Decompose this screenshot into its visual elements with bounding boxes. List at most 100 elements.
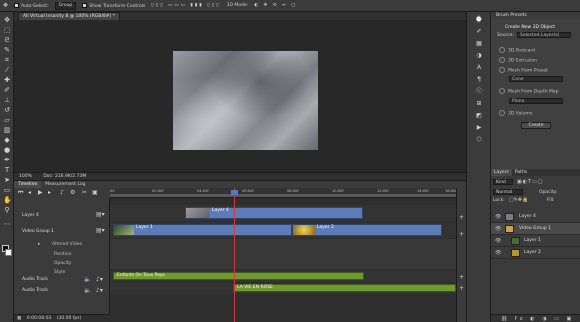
shape-tool-icon[interactable]: ▭ [3, 186, 11, 194]
adjustments-panel-icon[interactable]: ◑ [475, 52, 483, 60]
visibility-eye-icon[interactable]: 👁 [495, 211, 501, 223]
3d-panel-icon[interactable]: ⬡ [475, 136, 483, 144]
tab-paths[interactable]: Paths [512, 169, 530, 176]
track-menu-icon[interactable]: ▤▾ [96, 227, 105, 234]
clone-stamp-tool-icon[interactable]: ⊥ [3, 96, 11, 104]
option-3d-postcard[interactable]: 3D Postcard [499, 47, 535, 54]
clip-layer-2[interactable]: Layer 2 [292, 224, 442, 236]
mute-icon[interactable]: 🔈 [84, 287, 91, 294]
info-panel-icon[interactable]: ⓘ [475, 88, 483, 96]
option-3d-extrusion[interactable]: 3D Extrusion [499, 57, 537, 64]
move-tool-icon[interactable]: ✥ [3, 16, 11, 24]
zoom-level[interactable]: 100% [19, 174, 32, 179]
document-tab[interactable]: All Virtual Insanity 8 @ 100% (RGB/8#) * [18, 12, 120, 20]
add-media-icon[interactable]: + [459, 231, 464, 238]
track-label-audio-2[interactable]: Audio Track [22, 288, 48, 293]
clip-audio-2[interactable]: LA VIE EN ROSE [233, 284, 456, 292]
track-label-video-group[interactable]: Video Group 1 [22, 229, 54, 234]
tab-layers[interactable]: Layers [491, 169, 512, 176]
auto-select-dropdown[interactable]: Group [54, 1, 77, 10]
layers-footer-icons[interactable]: ⛓ fx ◐ ◑ ▭ ▣ 🗑 [491, 314, 580, 322]
tab-brush-presets[interactable]: Brush Presets [493, 12, 530, 19]
visibility-eye-icon[interactable]: 👁 [495, 247, 501, 259]
blur-tool-icon[interactable]: ◆ [3, 136, 11, 144]
styles-panel-icon[interactable]: ◩ [475, 112, 483, 120]
brush-tool-icon[interactable]: ✐ [3, 86, 11, 94]
visibility-eye-icon[interactable]: 👁 [495, 223, 501, 235]
dodge-tool-icon[interactable]: ● [3, 146, 11, 154]
mute-icon[interactable]: 🔈 [84, 276, 91, 283]
layer-filter-kind[interactable]: Kind [493, 179, 513, 185]
timeline-track-area[interactable]: Layer 4 Layer 1 Layer 2 Enfants On Tous … [110, 198, 456, 322]
clip-layer-1[interactable]: Layer 1 [113, 224, 292, 236]
marquee-tool-icon[interactable]: ⬚ [3, 26, 11, 34]
current-timecode[interactable]: 0:00:08:03 [27, 316, 52, 321]
preset-dropdown[interactable]: Cone [509, 76, 563, 82]
eraser-tool-icon[interactable]: ▱ [3, 116, 11, 124]
transition-icon[interactable]: ▣ [92, 189, 98, 197]
add-media-icon[interactable]: + [459, 214, 464, 221]
swatches-panel-icon[interactable]: ▦ [475, 40, 483, 48]
convert-frames-icon[interactable]: ▦ [17, 316, 21, 321]
crop-tool-icon[interactable]: ⌗ [3, 56, 11, 64]
character-panel-icon[interactable]: A [475, 64, 483, 72]
create-button[interactable]: Create [521, 122, 551, 129]
layer-row[interactable]: 👁 Layer 1 [491, 235, 580, 247]
layer-row[interactable]: 👁 Video Group 1 [491, 223, 580, 235]
option-mesh-depth-map[interactable]: Mesh From Depth Map [499, 88, 559, 95]
actions-panel-icon[interactable]: ▶ [475, 124, 483, 132]
depth-map-dropdown[interactable]: Plane [509, 98, 563, 104]
settings-gear-icon[interactable]: ⚙ [70, 189, 75, 197]
pen-tool-icon[interactable]: ✒ [3, 156, 11, 164]
add-media-icon[interactable]: + [459, 285, 464, 292]
gradient-tool-icon[interactable]: ▥ [3, 126, 11, 134]
split-clip-icon[interactable]: ✂ [82, 189, 87, 197]
track-label-audio-1[interactable]: Audio Track [22, 277, 48, 282]
track-menu-icon[interactable]: ♪▾ [96, 287, 103, 294]
track-menu-icon[interactable]: ▤▾ [96, 211, 105, 218]
playhead-handle[interactable] [231, 190, 238, 195]
auto-select-checkbox[interactable]: Auto-Select: [14, 2, 49, 9]
audio-icon[interactable]: ♪ [60, 189, 64, 197]
prev-frame-icon[interactable]: ◂ [28, 189, 31, 197]
align-icons[interactable]: ▯▯▯ ▭▭▭ ▮▮▮ ▯▯▯ [151, 3, 220, 8]
playhead[interactable] [234, 188, 235, 322]
move-tool-icon[interactable]: ✥ [3, 2, 8, 9]
clip-layer-4[interactable]: Layer 4 [185, 207, 363, 219]
expand-arrow-icon[interactable]: ▸ [38, 242, 40, 247]
paragraph-panel-icon[interactable]: ¶ [475, 76, 483, 84]
brush-panel-icon[interactable]: ✐ [475, 28, 483, 36]
track-label-layer4[interactable]: Layer 4 [22, 213, 39, 218]
quick-select-tool-icon[interactable]: ✎ [3, 46, 11, 54]
layer-row[interactable]: 👁 Layer 4 [491, 211, 580, 223]
visibility-eye-icon[interactable]: 👁 [495, 235, 501, 247]
lock-icons[interactable]: ▢✎✥🔒 [509, 197, 528, 203]
work-area-bar[interactable] [110, 194, 456, 197]
history-panel-icon[interactable]: ⌚ [475, 16, 483, 24]
first-frame-icon[interactable]: ⏮ [18, 189, 23, 197]
type-tool-icon[interactable]: T [3, 166, 11, 174]
clip-audio-1[interactable]: Enfants On Tous Pays [113, 272, 364, 280]
eyedropper-tool-icon[interactable]: ⁄ [3, 66, 11, 74]
play-icon[interactable]: ▶ [38, 189, 43, 197]
background-color-swatch[interactable] [5, 249, 12, 256]
layer-filter-icons[interactable]: ▣◐T▭▢ [517, 179, 544, 185]
option-mesh-preset[interactable]: Mesh From Preset [499, 67, 548, 74]
edit-toolbar-icon[interactable]: ⋯ [3, 220, 11, 228]
blend-mode-dropdown[interactable]: Normal [493, 189, 523, 195]
lasso-tool-icon[interactable]: ᘓ [3, 36, 11, 44]
layer-row[interactable]: 👁 Layer 2 [491, 247, 580, 259]
mode-3d-icons[interactable]: ◐ ✥ ⟲ ↔ ▢ [254, 3, 297, 8]
next-frame-icon[interactable]: ▸ [48, 189, 51, 197]
zoom-tool-icon[interactable]: ⚲ [3, 206, 11, 214]
hand-tool-icon[interactable]: ✋ [3, 196, 12, 204]
history-brush-tool-icon[interactable]: ↺ [3, 106, 11, 114]
track-menu-icon[interactable]: ♪▾ [96, 276, 103, 283]
navigator-panel-icon[interactable]: ⊞ [475, 100, 483, 108]
add-media-icon[interactable]: + [459, 274, 464, 281]
path-select-tool-icon[interactable]: ➤ [3, 176, 11, 184]
source-dropdown[interactable]: Selected Layer(s) [517, 32, 571, 38]
show-transform-checkbox[interactable]: Show Transform Controls [82, 2, 145, 9]
option-3d-volume[interactable]: 3D Volume [499, 110, 533, 117]
healing-tool-icon[interactable]: ✚ [3, 76, 11, 84]
